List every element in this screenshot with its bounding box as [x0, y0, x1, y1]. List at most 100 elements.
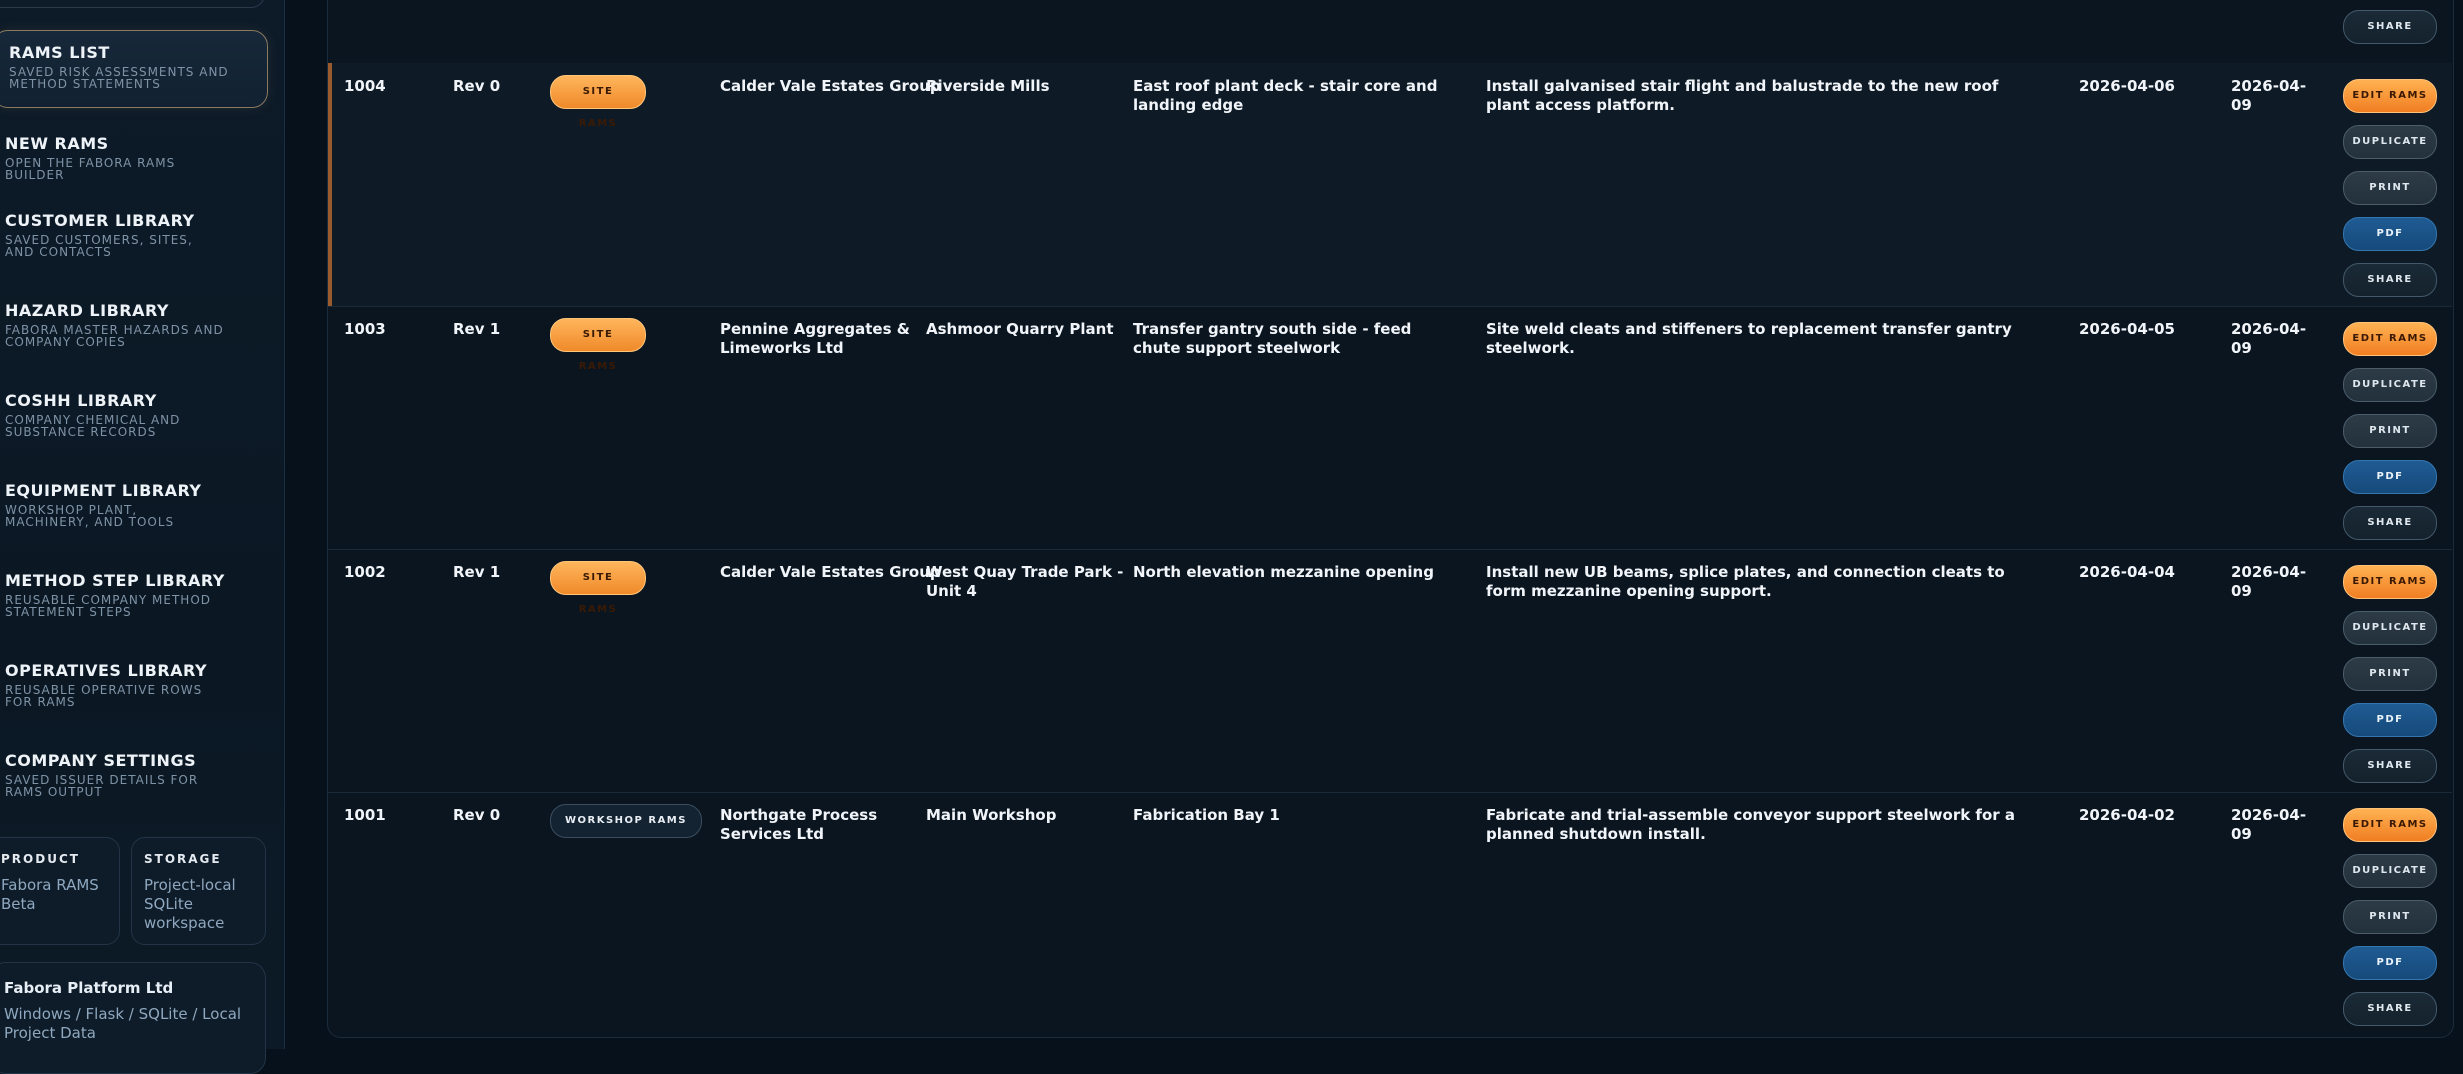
rams-job: East roof plant deck - stair core and la… [1133, 77, 1438, 114]
row-actions: EDIT RAMS DUPLICATE PRINT PDF SHARE [2343, 322, 2437, 552]
rams-updated-date: 2026-04-09 [2231, 806, 2307, 843]
company-name: Fabora Platform Ltd [4, 979, 174, 997]
sidebar-item-new-rams[interactable]: NEW RAMS OPEN THE FABORA RAMS BUILDER [0, 134, 270, 181]
row-actions: EDIT RAMS DUPLICATE PRINT PDF SHARE [2343, 565, 2437, 795]
sidebar-item-hazard-library[interactable]: HAZARD LIBRARY FABORA MASTER HAZARDS AND… [0, 301, 270, 348]
rams-site: West Quay Trade Park - Unit 4 [926, 563, 1124, 600]
storage-value: Project-local SQLite workspace [144, 876, 236, 932]
pdf-button[interactable]: PDF [2343, 217, 2437, 251]
print-button[interactable]: PRINT [2343, 657, 2437, 691]
sidebar-item-title: METHOD STEP LIBRARY [5, 571, 225, 590]
print-button[interactable]: PRINT [2343, 414, 2437, 448]
edit-rams-button[interactable]: EDIT RAMS [2343, 79, 2437, 113]
rams-customer: Calder Vale Estates Group [720, 77, 941, 95]
duplicate-button[interactable]: DUPLICATE [2343, 125, 2437, 159]
sidebar-item-subtitle: SAVED RISK ASSESSMENTS AND METHOD STATEM… [9, 65, 229, 91]
rams-revision: Rev 1 [453, 320, 501, 338]
rams-list-main: SHARE 1004 Rev 0 SITE RAMS Calder Vale E… [302, 0, 2463, 1049]
sidebar-item-customer-library[interactable]: CUSTOMER LIBRARY SAVED CUSTOMERS, SITES,… [0, 211, 270, 258]
sidebar-item-title: CUSTOMER LIBRARY [5, 211, 195, 230]
table-row[interactable]: 1004 Rev 0 SITE RAMS Calder Vale Estates… [328, 63, 2452, 307]
rams-revision: Rev 0 [453, 77, 501, 95]
rams-revision: Rev 1 [453, 563, 501, 581]
product-card: PRODUCT Fabora RAMS Beta [0, 837, 120, 945]
storage-label: STORAGE [144, 852, 222, 866]
pdf-button[interactable]: PDF [2343, 703, 2437, 737]
rams-created-date: 2026-04-05 [2079, 320, 2175, 338]
sidebar-item-operatives-library[interactable]: OPERATIVES LIBRARY REUSABLE OPERATIVE RO… [0, 661, 270, 708]
rams-id: 1003 [344, 320, 386, 338]
rams-site: Ashmoor Quarry Plant [926, 320, 1114, 338]
rams-job: Transfer gantry south side - feed chute … [1133, 320, 1412, 357]
duplicate-button[interactable]: DUPLICATE [2343, 368, 2437, 402]
rams-updated-date: 2026-04-09 [2231, 320, 2307, 357]
edit-rams-button[interactable]: EDIT RAMS [2343, 322, 2437, 356]
rams-site: Main Workshop [926, 806, 1057, 824]
share-button[interactable]: SHARE [2343, 992, 2437, 1026]
sidebar-item-subtitle: REUSABLE OPERATIVE ROWS FOR RAMS [5, 683, 203, 709]
share-button[interactable]: SHARE [2343, 10, 2437, 44]
rams-updated-date: 2026-04-09 [2231, 563, 2307, 600]
sidebar-item-equipment-library[interactable]: EQUIPMENT LIBRARY WORKSHOP PLANT, MACHIN… [0, 481, 270, 528]
sidebar-item-company-settings[interactable]: COMPANY SETTINGS SAVED ISSUER DETAILS FO… [0, 751, 270, 798]
rams-scope: Install galvanised stair flight and balu… [1486, 77, 1999, 114]
rams-customer: Northgate Process Services Ltd [720, 806, 878, 843]
print-button[interactable]: PRINT [2343, 171, 2437, 205]
sidebar-item-subtitle: SAVED ISSUER DETAILS FOR RAMS OUTPUT [5, 773, 199, 799]
rams-updated-date: 2026-04-09 [2231, 77, 2307, 114]
table-row[interactable]: 1003 Rev 1 SITE RAMS Pennine Aggregates … [328, 306, 2452, 550]
edit-rams-button[interactable]: EDIT RAMS [2343, 808, 2437, 842]
duplicate-button[interactable]: DUPLICATE [2343, 854, 2437, 888]
edit-rams-button[interactable]: EDIT RAMS [2343, 565, 2437, 599]
sidebar-item-title: EQUIPMENT LIBRARY [5, 481, 202, 500]
rams-created-date: 2026-04-04 [2079, 563, 2175, 581]
row-actions: EDIT RAMS DUPLICATE PRINT PDF SHARE [2343, 808, 2437, 1038]
company-desc: Windows / Flask / SQLite / Local Project… [4, 1005, 242, 1042]
share-button[interactable]: SHARE [2343, 263, 2437, 297]
sidebar-item-subtitle: SAVED CUSTOMERS, SITES, AND CONTACTS [5, 233, 193, 259]
rams-type-badge: SITE RAMS [550, 75, 646, 131]
rams-type-badge: WORKSHOP RAMS [550, 804, 702, 838]
badge-label: SITE RAMS [550, 75, 646, 129]
table-row-partial: SHARE [328, 0, 2452, 64]
pdf-button[interactable]: PDF [2343, 946, 2437, 980]
sidebar-top-card [0, 0, 265, 8]
rams-scope: Site weld cleats and stiffeners to repla… [1486, 320, 2012, 357]
duplicate-button[interactable]: DUPLICATE [2343, 611, 2437, 645]
sidebar-item-title: HAZARD LIBRARY [5, 301, 170, 320]
sidebar-item-coshh-library[interactable]: COSHH LIBRARY COMPANY CHEMICAL AND SUBST… [0, 391, 270, 438]
rams-revision: Rev 0 [453, 806, 501, 824]
rams-id: 1004 [344, 77, 386, 95]
sidebar-item-method-step-library[interactable]: METHOD STEP LIBRARY REUSABLE COMPANY MET… [0, 571, 270, 618]
table-row[interactable]: 1002 Rev 1 SITE RAMS Calder Vale Estates… [328, 549, 2452, 793]
rams-job: Fabrication Bay 1 [1133, 806, 1280, 824]
sidebar-item-title: COSHH LIBRARY [5, 391, 157, 410]
sidebar-item-subtitle: COMPANY CHEMICAL AND SUBSTANCE RECORDS [5, 413, 181, 439]
product-value: Fabora RAMS Beta [1, 876, 99, 913]
rams-type-badge: SITE RAMS [550, 561, 646, 617]
rams-created-date: 2026-04-06 [2079, 77, 2175, 95]
sidebar-item-title: RAMS LIST [9, 43, 110, 62]
print-button[interactable]: PRINT [2343, 900, 2437, 934]
rams-customer: Pennine Aggregates & Limeworks Ltd [720, 320, 910, 357]
share-button[interactable]: SHARE [2343, 506, 2437, 540]
rams-site: Riverside Mills [926, 77, 1050, 95]
rams-customer: Calder Vale Estates Group [720, 563, 941, 581]
rams-id: 1002 [344, 563, 386, 581]
storage-card: STORAGE Project-local SQLite workspace [131, 837, 266, 945]
rams-job: North elevation mezzanine opening [1133, 563, 1434, 581]
sidebar-item-rams-list[interactable]: RAMS LIST SAVED RISK ASSESSMENTS AND MET… [0, 30, 268, 108]
rams-scope: Install new UB beams, splice plates, and… [1486, 563, 2005, 600]
sidebar-item-subtitle: OPEN THE FABORA RAMS BUILDER [5, 156, 176, 182]
badge-label: SITE RAMS [550, 318, 646, 372]
sidebar-item-title: NEW RAMS [5, 134, 109, 153]
badge-label: WORKSHOP RAMS [550, 804, 702, 838]
sidebar-item-subtitle: WORKSHOP PLANT, MACHINERY, AND TOOLS [5, 503, 175, 529]
table-row[interactable]: 1001 Rev 0 WORKSHOP RAMS Northgate Proce… [328, 792, 2452, 1035]
sidebar-item-subtitle: FABORA MASTER HAZARDS AND COMPANY COPIES [5, 323, 224, 349]
pdf-button[interactable]: PDF [2343, 460, 2437, 494]
share-button[interactable]: SHARE [2343, 749, 2437, 783]
company-card: Fabora Platform Ltd Windows / Flask / SQ… [0, 962, 266, 1074]
row-actions: EDIT RAMS DUPLICATE PRINT PDF SHARE [2343, 79, 2437, 309]
sidebar: RAMS LIST SAVED RISK ASSESSMENTS AND MET… [0, 0, 285, 1074]
